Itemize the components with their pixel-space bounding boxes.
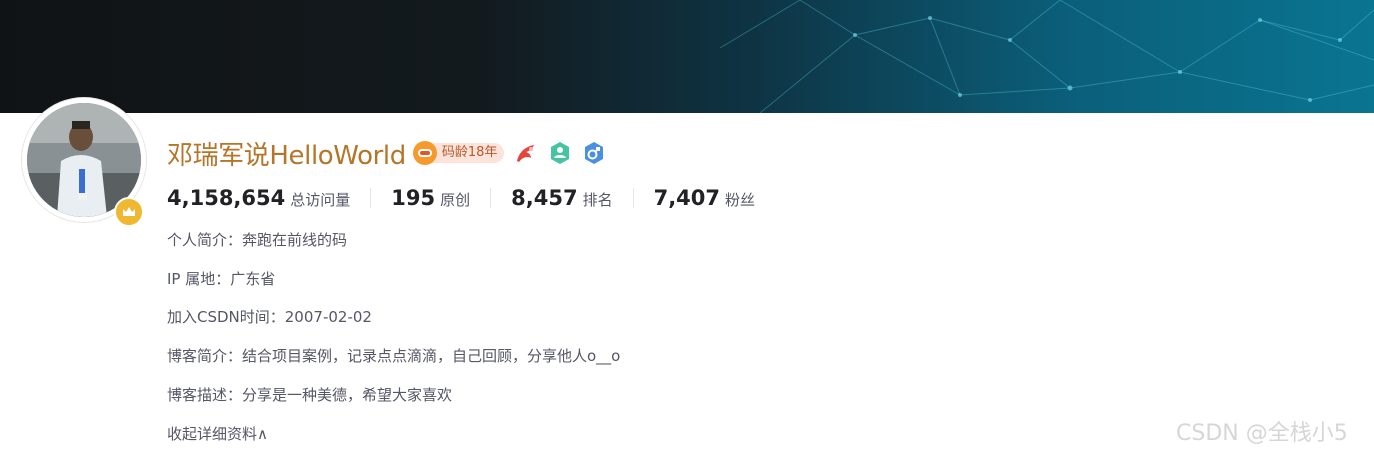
blog-expert-icon[interactable] bbox=[548, 141, 572, 165]
code-age-label: 码龄18年 bbox=[429, 143, 505, 163]
profile-name[interactable]: 邓瑞军说HelloWorld bbox=[167, 135, 406, 172]
stat-visits: 4,158,654 总访问量 bbox=[167, 186, 350, 210]
profile-page: 邓瑞军说HelloWorld 码龄18年 4,158,654 总访问量 195 … bbox=[0, 0, 1374, 451]
code-age-badge[interactable]: 码龄18年 bbox=[412, 140, 505, 166]
stat-original-label: 原创 bbox=[440, 191, 471, 209]
profile-name-row: 邓瑞军说HelloWorld 码龄18年 bbox=[167, 133, 606, 173]
stat-divider bbox=[490, 188, 492, 208]
gender-male-icon[interactable] bbox=[582, 141, 606, 165]
collapse-details-link[interactable]: 收起详细资料∧ bbox=[167, 423, 268, 444]
stat-fans-label: 粉丝 bbox=[725, 191, 756, 209]
stat-fans-value: 7,407 bbox=[653, 186, 721, 210]
watermark: CSDN @全栈小5 bbox=[1176, 421, 1348, 446]
info-intro: 个人简介：奔跑在前线的码 bbox=[167, 231, 348, 249]
profile-stats: 4,158,654 总访问量 195 原创 8,457 排名 7,407 粉丝 bbox=[167, 186, 755, 210]
stat-rank: 8,457 排名 bbox=[511, 186, 612, 210]
stat-rank-value: 8,457 bbox=[511, 186, 578, 210]
stat-rank-label: 排名 bbox=[582, 191, 613, 209]
stat-visits-label: 总访问量 bbox=[290, 191, 351, 209]
info-blog-intro: 博客简介：结合项目案例，记录点点滴滴，自己回顾，分享他人o__o bbox=[167, 347, 621, 365]
stat-fans: 7,407 粉丝 bbox=[654, 186, 755, 210]
stat-visits-value: 4,158,654 bbox=[167, 186, 286, 210]
code-age-icon bbox=[412, 141, 437, 165]
stat-divider bbox=[370, 188, 372, 208]
profile-banner bbox=[0, 0, 1374, 113]
stat-original: 195 原创 bbox=[391, 186, 470, 210]
banner-network-pattern bbox=[719, 0, 1374, 113]
info-join-date: 加入CSDN时间：2007-02-02 bbox=[167, 308, 372, 326]
crown-badge-icon bbox=[114, 197, 144, 227]
stat-original-value: 195 bbox=[391, 186, 436, 210]
stat-divider bbox=[632, 188, 634, 208]
info-blog-description: 博客描述：分享是一种美德，希望大家喜欢 bbox=[167, 386, 453, 404]
info-ip-location: IP 属地：广东省 bbox=[167, 270, 276, 288]
achievement-flag-icon[interactable] bbox=[514, 141, 538, 165]
